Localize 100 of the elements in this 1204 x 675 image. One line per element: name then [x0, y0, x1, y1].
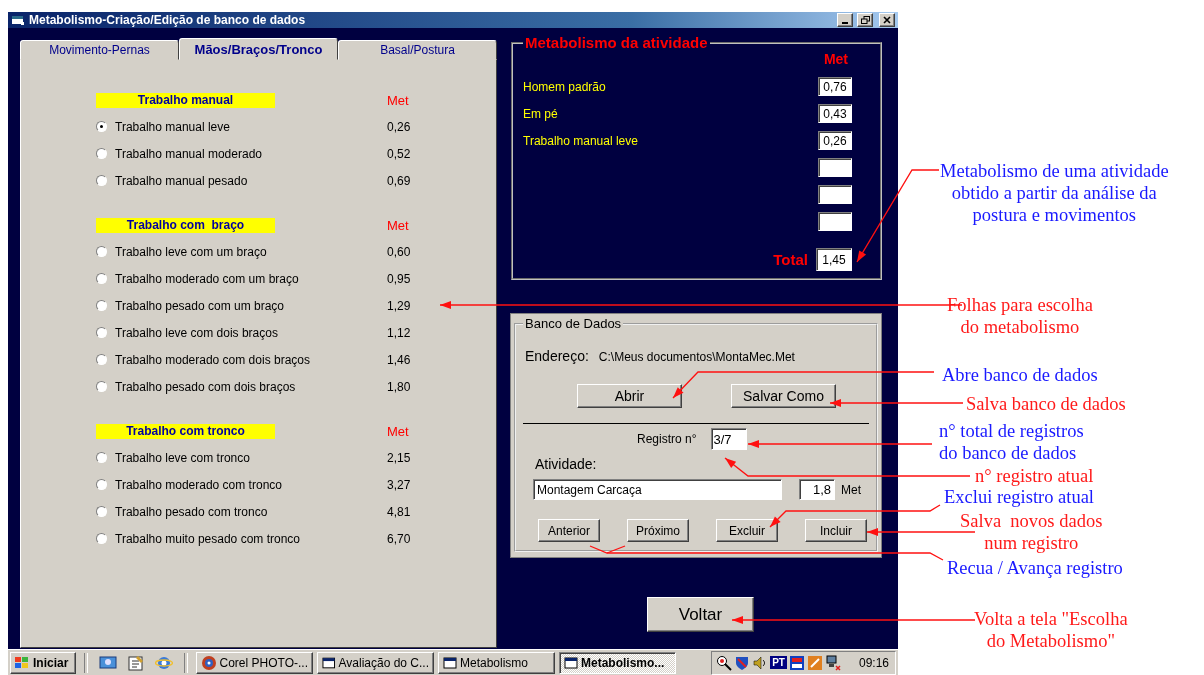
met-value: 4,81: [387, 504, 412, 519]
unit-label: Met: [841, 482, 861, 497]
unit-label: Met: [387, 423, 410, 439]
met-value: 3,27: [387, 477, 412, 492]
maximize-button[interactable]: [857, 13, 873, 27]
file-button[interactable]: Salvar Como: [731, 384, 836, 408]
option-label[interactable]: Trabalho moderado com tronco: [115, 477, 282, 492]
record-field[interactable]: 3/7: [710, 428, 747, 450]
option-label[interactable]: Trabalho muito pesado com tronco: [115, 531, 300, 546]
minimize-button[interactable]: [837, 13, 853, 27]
radio-button[interactable]: [96, 300, 107, 311]
met-field[interactable]: [818, 212, 852, 231]
total-field[interactable]: 1,45: [816, 248, 852, 271]
section-heading: Trabalho com tronco: [96, 423, 275, 439]
tab[interactable]: Basal/Postura: [338, 40, 497, 60]
window-title: Metabolismo-Criação/Edição de banco de dados: [29, 13, 307, 27]
radio-button[interactable]: [96, 148, 107, 159]
callout-text: Salva novos dados num registro: [960, 510, 1103, 554]
radio-button[interactable]: [96, 381, 107, 392]
callout-text: Abre banco de dados: [942, 364, 1098, 386]
met-value: 0,26: [387, 119, 412, 134]
callout-text: n° total de registros do banco de dados: [939, 420, 1084, 464]
option-label[interactable]: Trabalho leve com dois braços: [115, 325, 278, 340]
window-icon: [564, 656, 578, 669]
tab[interactable]: Movimento-Pernas: [20, 40, 179, 60]
option-label[interactable]: Trabalho manual pesado: [115, 173, 248, 188]
met-value: 0,95: [387, 271, 412, 286]
record-button[interactable]: Próximo: [627, 519, 689, 542]
met-value: 0,69: [387, 173, 412, 188]
met-field[interactable]: 1,8: [799, 479, 835, 500]
met-field[interactable]: 0,26: [818, 131, 852, 150]
close-button[interactable]: [879, 13, 895, 27]
file-path: C:\Meus documentos\MontaMec.Met: [598, 350, 795, 364]
callout-text: Folhas para escolha do metabolismo: [947, 294, 1093, 338]
shield-icon[interactable]: [734, 654, 751, 671]
record-button[interactable]: Excluir: [716, 519, 778, 542]
group-title: Metabolismo da atividade: [524, 34, 709, 51]
taskbar-button[interactable]: Metabolismo...: [559, 651, 676, 674]
option-label[interactable]: Trabalho manual moderado: [115, 146, 262, 161]
met-value: 1,80: [387, 379, 412, 394]
radio-button[interactable]: [96, 506, 107, 517]
radio-button[interactable]: [96, 327, 107, 338]
activity-label: Trabalho manual leve: [523, 133, 638, 148]
radio-button[interactable]: [96, 452, 107, 463]
option-label[interactable]: Trabalho pesado com tronco: [115, 504, 268, 519]
start-button[interactable]: Iniciar: [10, 651, 76, 674]
met-field[interactable]: [818, 158, 852, 177]
radio-button[interactable]: [96, 354, 107, 365]
monitor-icon[interactable]: [824, 654, 841, 671]
taskbar-button[interactable]: Avaliação do C...: [317, 651, 434, 674]
option-label[interactable]: Trabalho pesado com dois braços: [115, 379, 296, 394]
back-button[interactable]: Voltar: [647, 597, 754, 632]
magnifier-icon[interactable]: [716, 654, 733, 671]
clock: 09:16: [858, 655, 889, 670]
language-indicator[interactable]: PT: [770, 656, 787, 669]
radio-button[interactable]: [96, 533, 107, 544]
met-value: 6,70: [387, 531, 412, 546]
callout-text: Metabolismo de uma atividade obtido a partir da análise da postura e movimentos: [940, 160, 1169, 226]
met-value: 0,52: [387, 146, 412, 161]
option-label[interactable]: Trabalho leve com tronco: [115, 450, 250, 465]
address-label: Endereço:: [525, 348, 589, 364]
callout-text: Volta a tela "Escolha do Metabolismo": [974, 608, 1128, 652]
option-label[interactable]: Trabalho manual leve: [115, 119, 230, 134]
callout-text: n° registro atual: [975, 465, 1094, 487]
option-label[interactable]: Trabalho pesado com um braço: [115, 298, 284, 313]
met-value: 1,29: [387, 298, 412, 313]
radio-button[interactable]: [96, 246, 107, 257]
record-button[interactable]: Incluir: [805, 519, 867, 542]
unit-label: Met: [387, 217, 410, 233]
option-label[interactable]: Trabalho moderado com dois braços: [115, 352, 310, 367]
met-value: 1,12: [387, 325, 412, 340]
flag-icon: [14, 655, 30, 670]
disc-icon: [201, 654, 217, 671]
activity-label: Atividade:: [535, 456, 597, 472]
window-icon: [443, 656, 457, 669]
option-label[interactable]: Trabalho moderado com um braço: [115, 271, 299, 286]
record-button[interactable]: Anterior: [538, 519, 600, 542]
option-label[interactable]: Trabalho leve com um braço: [115, 244, 267, 259]
radio-button[interactable]: [96, 479, 107, 490]
radio-button[interactable]: [96, 175, 107, 186]
window-icon: [322, 656, 336, 669]
section-heading: Trabalho com braço: [96, 217, 275, 233]
met-field[interactable]: [818, 185, 852, 204]
met-field[interactable]: 0,76: [818, 77, 852, 96]
unit-label: Met: [823, 51, 848, 69]
met-field[interactable]: 0,43: [818, 104, 852, 123]
activity-field[interactable]: Montagem Carcaça: [533, 479, 782, 500]
close-icon: [883, 16, 891, 24]
tab[interactable]: Mãos/Braços/Tronco: [179, 38, 338, 60]
callout-text: Exclui registro atual: [944, 486, 1094, 508]
radio-button[interactable]: [96, 273, 107, 284]
file-button[interactable]: Abrir: [577, 384, 682, 408]
callout-text: Recua / Avança registro: [947, 557, 1123, 579]
group-title: Banco de Dados: [524, 316, 623, 331]
app-icon: [11, 14, 25, 26]
taskbar-button[interactable]: Metabolismo: [438, 651, 555, 674]
restore-icon: [860, 16, 870, 24]
radio-button[interactable]: [96, 121, 107, 132]
activity-label: Homem padrão: [523, 79, 606, 94]
taskbar-button[interactable]: Corel PHOTO-...: [196, 651, 313, 674]
